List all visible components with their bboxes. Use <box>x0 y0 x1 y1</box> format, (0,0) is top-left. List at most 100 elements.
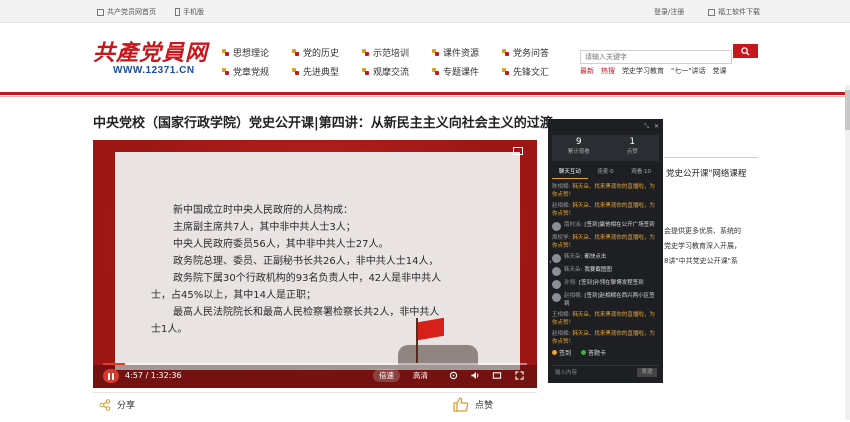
hot-link-party-class[interactable]: 党课 <box>712 66 726 76</box>
search-box <box>580 44 758 64</box>
quality-button[interactable]: 高清 <box>413 369 428 382</box>
slide-line: 士，占45%以上，其中14人是正职； <box>151 290 316 301</box>
nav-item-label: 先进典型 <box>303 68 340 78</box>
nav-bullet-icon <box>222 68 229 75</box>
nav-item-models[interactable]: 先进典型 <box>292 65 339 78</box>
pause-button[interactable] <box>103 369 119 383</box>
nav-item-rules[interactable]: 党章党规 <box>222 65 269 78</box>
share-label: 分享 <box>117 401 136 411</box>
stat-views-label: 累计观看 <box>567 149 590 155</box>
site-logo[interactable]: 共產党員网 <box>93 35 208 67</box>
chat-input[interactable]: 输入内容 <box>555 368 577 376</box>
slide-line: 中央人民政府委员56人，其中非中共人士27人。 <box>173 239 389 250</box>
progress-bar[interactable] <box>103 363 527 365</box>
chat-message: 韩天朵: 都快点击 <box>552 253 659 263</box>
sidebar-text-line: 8讲"中共党史公开课"系 <box>664 257 738 265</box>
action-bar: 分享 点赞 <box>93 392 537 416</box>
search-input[interactable] <box>580 50 732 64</box>
page-scrollbar[interactable] <box>845 85 850 420</box>
chat-message-author: 陈相樑: <box>552 184 571 190</box>
chat-message: 周权学: 韩天朵、找来黑现你的直播啦，为你点赞！ <box>552 234 659 250</box>
chat-message-body: [签到]孙翎在聊博发程签到 <box>578 280 644 286</box>
sign-in-label: 签到 <box>559 350 572 357</box>
hot-link-latest[interactable]: 最新 <box>580 66 594 76</box>
chat-message-author: 韩天朵: <box>564 267 583 273</box>
hot-link-trending[interactable]: 热搜 <box>601 66 615 76</box>
chat-message-author: 王相樑: <box>552 312 571 318</box>
hot-search-links: 最新 热搜 党史学习教育 "七一"讲话 党课 <box>580 66 726 76</box>
sidebar-title: 党史公开课"网络课程 <box>666 169 747 179</box>
pip-icon[interactable] <box>513 147 523 155</box>
chat-message-author: 孙翎: <box>564 280 577 286</box>
chat-message-text: 赵相樑: [签到]赵相樑在西兴两小区签到 <box>564 292 659 308</box>
mobile-link[interactable]: 手机版 <box>175 7 204 17</box>
share-button[interactable]: 分享 <box>99 398 135 411</box>
nav-item-topics[interactable]: 专题课件 <box>432 65 479 78</box>
chat-message: 王相樑: 韩天朵、找来黑现你的直播啦，为你点赞！ <box>552 311 659 327</box>
answer-card-icon <box>581 350 587 355</box>
tab-viewers[interactable]: 观看·10 <box>623 167 659 179</box>
search-button[interactable] <box>733 44 758 58</box>
nav-item-label: 专题课件 <box>443 68 480 78</box>
settings-icon[interactable] <box>447 369 459 382</box>
nav-bullet-icon <box>502 49 509 56</box>
slide-line: 士1人。 <box>151 324 188 335</box>
mobile-link-label: 手机版 <box>183 8 204 16</box>
sidebar-text-line: 党史学习教育深入开展， <box>664 242 741 250</box>
minimize-icon[interactable]: ⤡ <box>644 123 649 131</box>
answer-card-button[interactable]: 答题卡 <box>581 348 606 357</box>
home-link[interactable]: 共产党员网首页 <box>97 7 156 17</box>
chat-actions: 签到 答题卡 <box>552 348 659 357</box>
chat-message-text: 赵相樑: 韩天朵、找来黑现你的直播啦，为你点赞！ <box>552 330 659 346</box>
nav-item-label: 示范培训 <box>373 49 410 59</box>
chat-message-text: 孙翎: [签到]孙翎在聊博发程签到 <box>564 279 644 289</box>
danmaku-icon[interactable] <box>491 369 503 382</box>
chat-message-body: 都快点击 <box>584 254 607 260</box>
chat-tabs: 聊天互动 连麦·0 观看·10 <box>552 167 659 179</box>
page-scrollbar-thumb[interactable] <box>845 90 850 130</box>
nav-item-qa[interactable]: 党务问答 <box>502 46 549 59</box>
speed-button[interactable]: 倍速 <box>373 369 400 382</box>
hot-link-july-speech[interactable]: "七一"讲话 <box>671 66 705 76</box>
nav-item-theory[interactable]: 思想理论 <box>222 46 269 59</box>
avatar <box>552 280 561 289</box>
nav-bullet-icon <box>432 68 439 75</box>
collapse-chat-icon[interactable]: ‹ <box>549 258 554 268</box>
nav-bullet-icon <box>502 68 509 75</box>
tab-mic[interactable]: 连麦·0 <box>588 167 624 179</box>
nav-item-writings[interactable]: 先锋文汇 <box>502 65 549 78</box>
chat-message-author: 赵相樑: <box>552 203 571 209</box>
close-icon[interactable]: ✕ <box>654 123 659 130</box>
hot-link-history-edu[interactable]: 党史学习教育 <box>622 66 664 76</box>
chat-message-author: 赵相樑: <box>564 293 583 299</box>
tab-chat[interactable]: 聊天互动 <box>552 167 588 179</box>
nav-item-exchange[interactable]: 观摩交流 <box>362 65 409 78</box>
nav-item-history[interactable]: 党的历史 <box>292 46 339 59</box>
pause-icon <box>108 372 110 380</box>
sign-in-button[interactable]: 签到 <box>552 348 571 357</box>
chat-messages: 陈相樑: 韩天朵、找来黑现你的直播啦，为你点赞！ 赵相樑: 韩天朵、找来黑现你的直播啦… <box>552 183 659 355</box>
chat-input-row: 输入内容 发送 <box>552 365 659 378</box>
fullscreen-icon[interactable] <box>513 369 525 382</box>
search-icon <box>741 46 750 56</box>
login-link[interactable]: 登录/注册 <box>654 7 684 17</box>
volume-icon[interactable] <box>469 369 481 382</box>
chat-message-text: 王相樑: 韩天朵、找来黑现你的直播啦，为你点赞！ <box>552 311 659 327</box>
video-player[interactable]: 新中国成立时中央人民政府的人员构成： 主席副主席共7人，其中非中共人士3人； 中… <box>93 140 537 388</box>
header-divider <box>0 92 850 95</box>
chat-message: 赵相樑: [签到]赵相樑在西兴两小区签到 <box>552 292 659 308</box>
nav-item-label: 思想理论 <box>233 49 270 59</box>
like-button[interactable]: 点赞 <box>453 396 493 412</box>
slide-text: 新中国成立时中央人民政府的人员构成： 主席副主席共7人，其中非中共人士3人； 中… <box>151 202 441 338</box>
slide-line: 政务院总理、委员、正副秘书长共26人，非中共人士14人， <box>173 256 439 267</box>
send-button[interactable]: 发送 <box>637 368 657 377</box>
chat-message: 韩天朵: 我要截图图 <box>552 266 659 276</box>
chat-message-text: 周权学: 韩天朵、找来黑现你的直播啦，为你点赞！ <box>552 234 659 250</box>
chat-message-author: 韩天朵: <box>564 254 583 260</box>
chat-message-text: 韩天朵: 我要截图图 <box>564 266 612 276</box>
download-link[interactable]: 福工软件下载 <box>708 7 760 17</box>
nav-item-courseware[interactable]: 课件资源 <box>432 46 479 59</box>
home-icon <box>97 8 104 16</box>
nav-item-training[interactable]: 示范培训 <box>362 46 409 59</box>
sign-in-icon <box>552 350 557 355</box>
